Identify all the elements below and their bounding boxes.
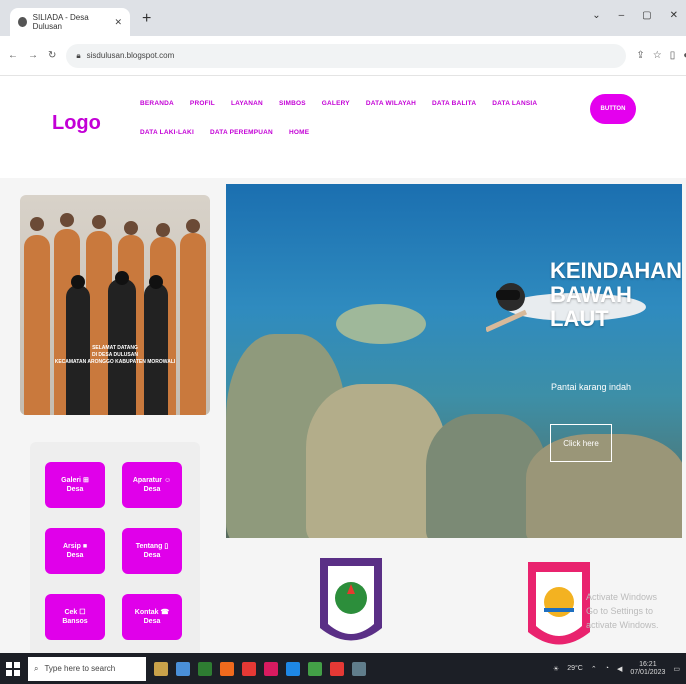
lock-icon: 🔒︎ [76,50,81,60]
hero-subtitle: Pantai karang indah [551,382,632,392]
word-icon[interactable] [286,661,300,676]
windows-taskbar: ⌕ Type here to search ☀ 29°C ⌃ ◔ ◀ 16:21… [0,653,686,684]
app-m-icon[interactable] [264,661,278,676]
main-navigation: BERANDA PROFIL LAYANAN SIMBOS GALERY DAT… [140,100,570,136]
app-icon[interactable] [352,661,366,676]
nav-item-data-wilayah[interactable]: DATA WILAYAH [366,100,416,107]
excel-icon[interactable] [308,661,322,676]
volume-icon[interactable]: ◀ [617,665,622,673]
contact-icon: ☎ [160,609,170,616]
galeri-desa-button[interactable]: Galeri ⊞ Desa [45,462,105,508]
close-window-icon[interactable]: ✕ [670,10,678,21]
folder-icon: ■ [82,543,88,550]
header-button[interactable]: BUTTON [590,94,636,124]
card-icon: ☐ [79,609,86,616]
clock[interactable]: 16:21 07/01/2023 [630,661,665,677]
regency-emblem-right [528,562,590,645]
tab-search-icon[interactable]: ⌄ [592,10,600,21]
share-icon[interactable]: ⇪ [636,50,644,61]
arsip-desa-button[interactable]: Arsip ■ Desa [45,528,105,574]
photo-caption: SELAMAT DATANG DI DESA DULUSAN KECAMATAN… [54,345,176,365]
windows-start-icon[interactable] [6,661,20,676]
task-view-icon[interactable] [176,661,190,676]
sidebar-icon[interactable]: ▯ [670,50,676,61]
image-icon: ⊞ [82,477,89,484]
kontak-desa-button[interactable]: Kontak ☎ Desa [122,594,182,640]
nav-item-data-lansia[interactable]: DATA LANSIA [492,100,537,107]
hero-click-button[interactable]: Click here [550,424,612,462]
window-controls: ⌄ – ▢ ✕ [592,10,678,21]
network-icon[interactable]: ◔ [605,665,609,672]
hero-title: KEINDAHAN BAWAH LAUT [550,258,682,331]
close-tab-icon[interactable]: ✕ [114,17,122,28]
nav-item-data-balita[interactable]: DATA BALITA [432,100,476,107]
quick-links-panel: Galeri ⊞ Desa Aparatur ☺ Desa Arsip ■ De… [30,442,200,657]
tray-chevron-icon[interactable]: ⌃ [591,665,597,673]
maximize-icon[interactable]: ▢ [642,10,651,21]
hero-banner: KEINDAHAN BAWAH LAUT Pantai karang indah… [226,184,682,538]
browser-toolbar: ← → ↻ 🔒︎ sisdulusan.blogspot.com ⇪ ☆ ▯ ●… [0,36,686,76]
notification-icon[interactable]: ▭ [673,665,680,673]
aparatur-desa-button[interactable]: Aparatur ☺ Desa [122,462,182,508]
weather-icon[interactable]: ☀ [553,665,559,673]
address-bar[interactable]: 🔒︎ sisdulusan.blogspot.com [66,43,627,68]
pdf-icon[interactable] [330,661,344,676]
nav-item-profil[interactable]: PROFIL [190,100,215,107]
forward-icon[interactable]: → [28,50,38,61]
back-icon[interactable]: ← [8,50,18,61]
explorer-icon[interactable] [198,661,212,676]
info-icon: ▯ [164,543,169,550]
search-icon: ⌕ [34,663,39,673]
browser-tab[interactable]: SILIADA - Desa Dulusan ✕ [10,8,130,36]
nav-item-layanan[interactable]: LAYANAN [231,100,263,107]
nav-item-simbos[interactable]: SIMBOS [279,100,306,107]
people-icon: ☺ [163,477,172,484]
browser-icon[interactable] [220,661,234,676]
cek-bansos-button[interactable]: Cek ☐ Bansos [45,594,105,640]
nav-item-data-laki-laki[interactable]: DATA LAKI-LAKI [140,129,194,136]
minimize-icon[interactable]: – [619,10,625,21]
nav-item-beranda[interactable]: BERANDA [140,100,174,107]
taskbar-app-icon[interactable] [154,661,168,676]
nav-item-data-perempuan[interactable]: DATA PEREMPUAN [210,129,273,136]
team-photo: SELAMAT DATANG DI DESA DULUSAN KECAMATAN… [20,195,210,415]
site-favicon-icon [18,17,27,27]
new-tab-button[interactable]: + [142,10,151,28]
browser-tab-bar: SILIADA - Desa Dulusan ✕ + ⌄ – ▢ ✕ [0,0,686,36]
url-text[interactable]: sisdulusan.blogspot.com [87,51,175,60]
system-tray: ☀ 29°C ⌃ ◔ ◀ 16:21 07/01/2023 ▭ [553,661,680,677]
bookmark-star-icon[interactable]: ☆ [653,50,662,61]
tentang-desa-button[interactable]: Tentang ▯ Desa [122,528,182,574]
nav-item-galery[interactable]: GALERY [322,100,350,107]
regency-emblem-left [320,558,382,641]
nav-item-home[interactable]: HOME [289,129,309,136]
activate-windows-watermark: Activate Windows Go to Settings to activ… [586,592,659,630]
reload-icon[interactable]: ↻ [48,50,56,61]
app-red-icon[interactable] [242,661,256,676]
site-logo[interactable]: Logo [52,112,101,135]
weather-text[interactable]: 29°C [567,665,583,672]
taskbar-search-input[interactable]: ⌕ Type here to search [28,656,146,681]
tab-title: SILIADA - Desa Dulusan [32,13,89,31]
